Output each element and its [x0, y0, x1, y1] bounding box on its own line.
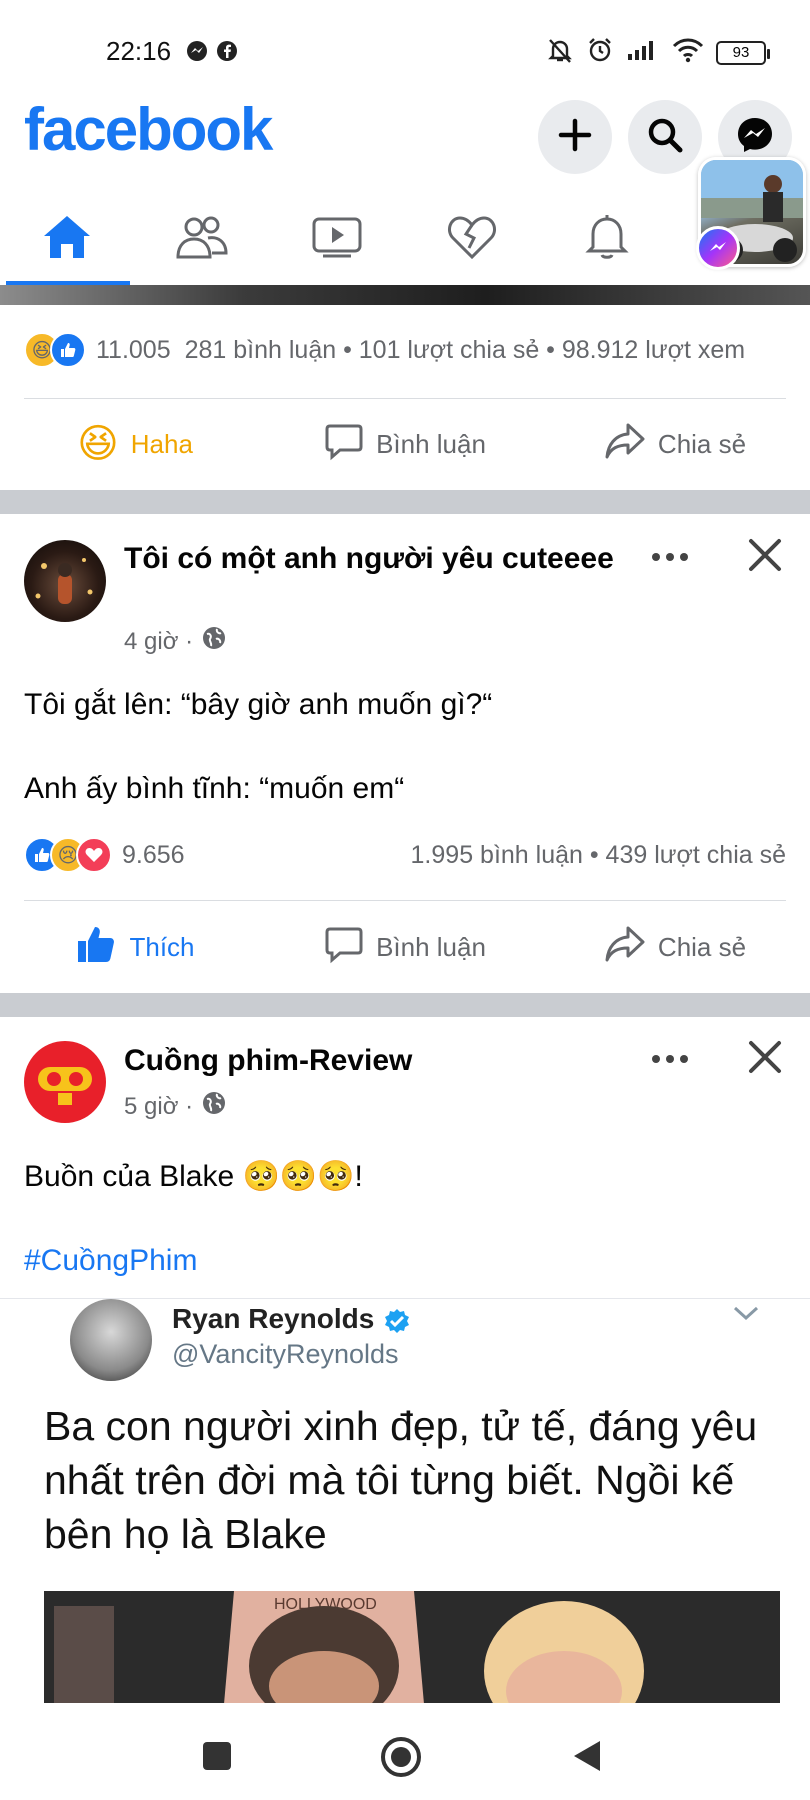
groups-icon — [174, 215, 230, 264]
status-notification-icons — [186, 40, 238, 67]
haha-icon: 😆 — [77, 422, 119, 466]
wifi-icon — [672, 37, 704, 68]
post3-hide-button[interactable] — [748, 1040, 782, 1079]
post2-like-button[interactable]: Thích — [0, 907, 270, 987]
post3-author-name[interactable]: Cuồng phim-Review — [124, 1041, 644, 1081]
previous-post-media[interactable] — [0, 285, 810, 305]
comment-icon — [324, 421, 364, 468]
tab-notifications[interactable] — [547, 195, 667, 283]
tweet-avatar — [70, 1299, 152, 1381]
feed-separator — [0, 490, 810, 514]
system-navigation-bar — [0, 1703, 810, 1800]
post3-time[interactable]: 5 giờ · — [124, 1093, 193, 1121]
tweet-author-handle: @VancityReynolds — [172, 1339, 399, 1369]
post2-divider — [24, 900, 786, 901]
post1-react-label: Haha — [130, 428, 193, 459]
notifications-icon — [584, 213, 630, 266]
post2-comment-button[interactable]: Bình luận — [270, 907, 540, 987]
post1-divider — [24, 398, 786, 399]
app-header: facebook — [0, 95, 810, 185]
close-icon — [748, 1041, 782, 1078]
post2-text-line2: Anh ấy bình tĩnh: “muốn em“ — [24, 772, 405, 805]
tab-home[interactable] — [7, 195, 127, 283]
post1-react-button[interactable]: 😆 Haha — [0, 404, 270, 484]
tweet-text: Ba con người xinh đẹp, tử tế, đáng yêu n… — [44, 1403, 758, 1557]
globe-icon — [201, 625, 227, 658]
post1-actions: 😆 Haha Bình luận Chia sẻ — [0, 404, 810, 484]
post2-share-button[interactable]: Chia sẻ — [540, 907, 810, 987]
post1-share-button[interactable]: Chia sẻ — [540, 404, 810, 484]
post2-reaction-count[interactable]: 9.656 — [122, 841, 185, 870]
post2-author-avatar[interactable] — [24, 540, 106, 622]
back-button[interactable] — [572, 1739, 602, 1778]
post3-more-button[interactable] — [650, 1034, 690, 1076]
post2-more-button[interactable] — [650, 532, 690, 574]
messenger-icon — [735, 115, 775, 160]
status-time: 22:16 — [106, 36, 172, 66]
chevron-down-icon — [732, 1305, 760, 1328]
main-nav — [0, 195, 810, 285]
messenger-badge-icon — [696, 226, 740, 270]
feed-separator — [0, 993, 810, 1017]
post2-hide-button[interactable] — [748, 538, 782, 577]
like-icon — [75, 923, 117, 972]
home-button[interactable] — [380, 1736, 422, 1783]
share-icon — [604, 925, 646, 970]
post2-actions: Thích Bình luận Chia sẻ — [0, 907, 810, 987]
post2-comment-share-stats[interactable]: 1.995 bình luận • 439 lượt chia sẻ — [411, 841, 786, 870]
signal-icon — [626, 38, 660, 67]
post2-like-label: Thích — [129, 931, 195, 962]
search-button[interactable] — [628, 100, 702, 174]
post2-time[interactable]: 4 giờ · — [124, 628, 193, 656]
post3-meta: 5 giờ · — [124, 1090, 227, 1123]
post2-comment-label: Bình luận — [376, 931, 486, 962]
post2-stats: 😢 9.656 1.995 bình luận • 439 lượt chia … — [24, 837, 786, 873]
post3-author-avatar[interactable] — [24, 1041, 106, 1123]
create-button[interactable] — [538, 100, 612, 174]
battery-icon: 93 — [716, 40, 770, 65]
tab-dating[interactable] — [412, 195, 532, 283]
tab-watch[interactable] — [277, 195, 397, 283]
love-reaction-icon — [76, 837, 112, 873]
post2-text-line1: Tôi gắt lên: “bây giờ anh muốn gì?“ — [24, 688, 493, 721]
tab-groups[interactable] — [142, 195, 262, 283]
close-icon — [748, 539, 782, 576]
post1-reaction-count[interactable]: 11.005 — [96, 336, 171, 365]
share-icon — [604, 422, 646, 467]
post3-hashtag-link[interactable]: #CuồngPhim — [24, 1241, 197, 1281]
mute-icon — [546, 36, 574, 69]
post1-stats: 😆 11.005 281 bình luận • 101 lượt chia s… — [24, 332, 786, 368]
post3-text: Buồn của Blake 🥺🥺🥺! — [24, 1160, 363, 1193]
search-icon — [646, 116, 684, 159]
tweet-photo: HOLLYWOOD — [44, 1591, 780, 1704]
watch-icon — [311, 215, 363, 264]
globe-icon — [201, 1090, 227, 1123]
post1-share-label: Chia sẻ — [657, 428, 747, 459]
facebook-logo[interactable]: facebook — [24, 95, 273, 164]
post1-comment-label: Bình luận — [376, 428, 486, 459]
post2-author-name[interactable]: Tôi có một anh người yêu cuteeee — [124, 539, 644, 579]
status-system-icons: 93 — [546, 36, 770, 69]
plus-icon — [558, 118, 592, 157]
recent-apps-button[interactable] — [202, 1741, 232, 1776]
post3-image[interactable]: Ryan Reynolds @VancityReynolds Ba con ng… — [0, 1298, 810, 1704]
post1-comment-button[interactable]: Bình luận — [270, 404, 540, 484]
verified-badge-icon — [382, 1307, 412, 1342]
status-bar: 22:16 93 — [0, 0, 810, 95]
dating-icon — [447, 214, 497, 265]
alarm-icon — [586, 36, 614, 69]
post1-comment-share-view-stats[interactable]: 281 bình luận • 101 lượt chia sẻ • 98.91… — [185, 336, 745, 365]
post2-share-label: Chia sẻ — [657, 931, 747, 962]
facebook-icon — [216, 40, 238, 67]
like-reaction-icon — [50, 332, 86, 368]
tweet-author-name: Ryan Reynolds — [172, 1303, 375, 1334]
comment-icon — [324, 924, 364, 971]
home-icon — [42, 214, 92, 265]
post2-meta: 4 giờ · — [124, 625, 227, 658]
messenger-icon — [186, 40, 208, 67]
